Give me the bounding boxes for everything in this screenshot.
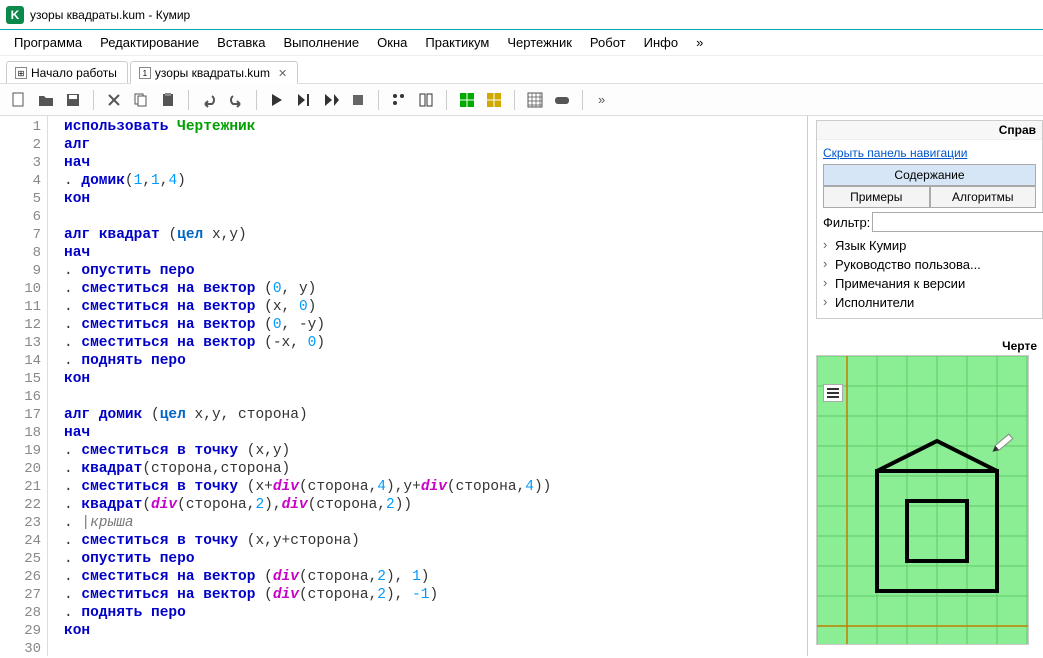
tree-item-lang[interactable]: Язык Кумир [823,236,1036,255]
menu-cher[interactable]: Чертежник [499,32,580,53]
menubar: Программа Редактирование Вставка Выполне… [0,30,1043,56]
more-tools-button[interactable]: » [592,89,614,111]
filter-input[interactable] [872,212,1043,232]
menu-insert[interactable]: Вставка [209,32,273,53]
tab-close-icon[interactable]: ✕ [278,67,287,80]
tab-file-icon: 1 [139,67,151,79]
tabs-row: ⊞ Начало работы 1 узоры квадраты.kum ✕ [0,56,1043,84]
right-pane: Справ Скрыть панель навигации Содержание… [808,116,1043,656]
paste-button[interactable] [157,89,179,111]
hide-nav-link[interactable]: Скрыть панель навигации [817,140,973,164]
tree-item-guide[interactable]: Руководство пользова... [823,255,1036,274]
app-icon: K [6,6,24,24]
copy-button[interactable] [130,89,152,111]
svg-text:»: » [598,92,605,107]
menu-robot[interactable]: Робот [582,32,634,53]
layout1-button[interactable] [388,89,410,111]
help-tab-content[interactable]: Содержание [823,164,1036,186]
menu-practicum[interactable]: Практикум [417,32,497,53]
canvas-menu-icon[interactable] [823,384,843,402]
help-title: Справ [817,121,1042,140]
window-title: узоры квадраты.kum - Кумир [30,8,190,22]
editor-pane: 1234567891011121314151617181920212223242… [0,116,808,656]
cut-button[interactable] [103,89,125,111]
help-tab-examples[interactable]: Примеры [823,186,930,208]
titlebar: K узоры квадраты.kum - Кумир [0,0,1043,30]
open-button[interactable] [35,89,57,111]
menu-more[interactable]: » [688,32,711,53]
help-tree: Язык Кумир Руководство пользова... Приме… [823,236,1036,312]
menu-edit[interactable]: Редактирование [92,32,207,53]
grid2-button[interactable] [483,89,505,111]
drawer-title: Черте [816,337,1043,355]
step-button[interactable] [293,89,315,111]
tab-start[interactable]: ⊞ Начало работы [6,61,128,83]
help-panel: Справ Скрыть панель навигации Содержание… [816,120,1043,319]
toolbar: » [0,84,1043,116]
save-button[interactable] [62,89,84,111]
layout2-button[interactable] [415,89,437,111]
tab-file[interactable]: 1 узоры квадраты.kum ✕ [130,61,298,84]
tab-start-icon: ⊞ [15,67,27,79]
redo-button[interactable] [225,89,247,111]
filter-label: Фильтр: [823,215,870,230]
help-tab-algorithms[interactable]: Алгоритмы [930,186,1037,208]
code-area[interactable]: использовать Чертежникалгнач. домик(1,1,… [48,116,807,656]
tab-file-label: узоры квадраты.kum [155,66,270,80]
menu-program[interactable]: Программа [6,32,90,53]
game-button[interactable] [551,89,573,111]
drawer-canvas[interactable] [816,355,1029,645]
grid3-button[interactable] [524,89,546,111]
menu-info[interactable]: Инфо [636,32,686,53]
menu-execution[interactable]: Выполнение [275,32,367,53]
line-gutter: 1234567891011121314151617181920212223242… [0,116,48,656]
stop-button[interactable] [347,89,369,111]
step-over-button[interactable] [320,89,342,111]
run-button[interactable] [266,89,288,111]
grid1-button[interactable] [456,89,478,111]
tree-item-notes[interactable]: Примечания к версии [823,274,1036,293]
new-button[interactable] [8,89,30,111]
menu-windows[interactable]: Окна [369,32,415,53]
tab-start-label: Начало работы [31,66,117,80]
undo-button[interactable] [198,89,220,111]
tree-item-performers[interactable]: Исполнители [823,293,1036,312]
drawer-panel: Черте [816,337,1043,645]
